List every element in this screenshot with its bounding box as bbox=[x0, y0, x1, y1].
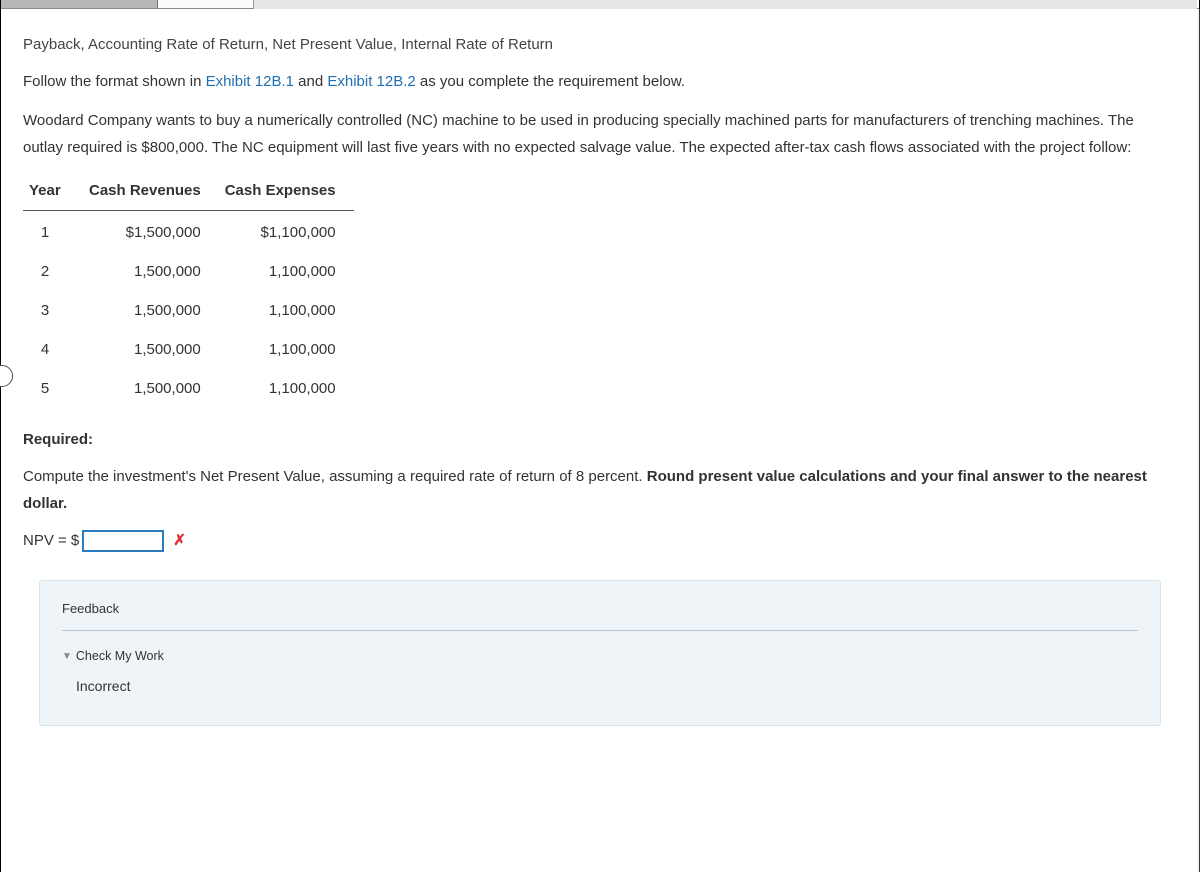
cell-revenue: $1,500,000 bbox=[83, 211, 219, 253]
question-prefix: Compute the investment's Net Present Val… bbox=[23, 468, 647, 485]
feedback-title: Feedback bbox=[62, 597, 1138, 631]
check-my-work-toggle[interactable]: ▼ Check My Work bbox=[62, 645, 1138, 668]
cell-expense: 1,100,000 bbox=[219, 291, 354, 330]
cell-revenue: 1,500,000 bbox=[83, 252, 219, 291]
col-header-year: Year bbox=[23, 171, 83, 211]
npv-prefix: NPV = $ bbox=[23, 527, 79, 554]
npv-answer-line: NPV = $ ✗ bbox=[23, 527, 1177, 554]
horizontal-scroll-track[interactable] bbox=[253, 0, 1197, 9]
feedback-panel: Feedback ▼ Check My Work Incorrect bbox=[39, 580, 1161, 726]
col-header-expenses: Cash Expenses bbox=[219, 171, 354, 211]
cash-flow-table: Year Cash Revenues Cash Expenses 1$1,500… bbox=[23, 171, 354, 408]
cell-revenue: 1,500,000 bbox=[83, 330, 219, 369]
section-title: Payback, Accounting Rate of Return, Net … bbox=[23, 31, 1177, 58]
table-row: 51,500,0001,100,000 bbox=[23, 369, 354, 408]
instruction-prefix: Follow the format shown in bbox=[23, 73, 206, 90]
table-row: 1$1,500,000$1,100,000 bbox=[23, 211, 354, 253]
instruction-suffix: as you complete the requirement below. bbox=[416, 73, 685, 90]
window-top-bar bbox=[1, 0, 1199, 9]
problem-text: Woodard Company wants to buy a numerical… bbox=[23, 107, 1177, 161]
chevron-down-icon: ▼ bbox=[62, 648, 72, 666]
instruction-line: Follow the format shown in Exhibit 12B.1… bbox=[23, 68, 1177, 95]
link-exhibit-1[interactable]: Exhibit 12B.1 bbox=[206, 73, 294, 90]
col-header-revenues: Cash Revenues bbox=[83, 171, 219, 211]
question-text: Compute the investment's Net Present Val… bbox=[23, 463, 1177, 517]
npv-input[interactable] bbox=[82, 530, 164, 552]
feedback-result: Incorrect bbox=[76, 674, 1138, 699]
check-my-work-label: Check My Work bbox=[76, 645, 164, 668]
table-row: 21,500,0001,100,000 bbox=[23, 252, 354, 291]
cell-year: 2 bbox=[23, 252, 83, 291]
link-exhibit-2[interactable]: Exhibit 12B.2 bbox=[327, 73, 415, 90]
cell-expense: $1,100,000 bbox=[219, 211, 354, 253]
instruction-mid: and bbox=[294, 73, 327, 90]
cell-revenue: 1,500,000 bbox=[83, 369, 219, 408]
cell-expense: 1,100,000 bbox=[219, 252, 354, 291]
cell-year: 4 bbox=[23, 330, 83, 369]
table-row: 41,500,0001,100,000 bbox=[23, 330, 354, 369]
cell-year: 3 bbox=[23, 291, 83, 330]
table-row: 31,500,0001,100,000 bbox=[23, 291, 354, 330]
cell-expense: 1,100,000 bbox=[219, 369, 354, 408]
cell-year: 1 bbox=[23, 211, 83, 253]
cell-year: 5 bbox=[23, 369, 83, 408]
main-content: Payback, Accounting Rate of Return, Net … bbox=[1, 9, 1199, 726]
cell-expense: 1,100,000 bbox=[219, 330, 354, 369]
cell-revenue: 1,500,000 bbox=[83, 291, 219, 330]
incorrect-icon: ✗ bbox=[173, 527, 186, 554]
required-label: Required: bbox=[23, 426, 1177, 453]
